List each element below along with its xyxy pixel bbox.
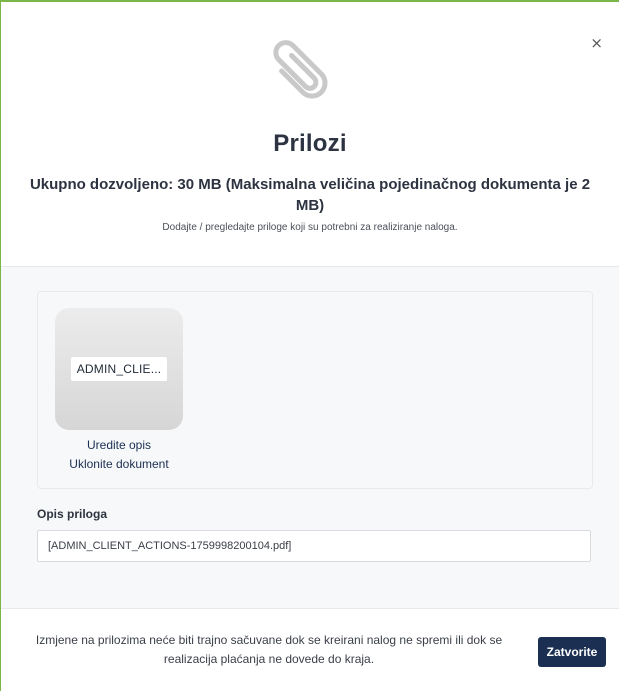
remove-document-link[interactable]: Uklonite dokument <box>55 457 183 471</box>
attachment-thumbnail[interactable]: ADMIN_CLIE... <box>55 308 183 430</box>
footer-note: Izmjene na prilozima neće biti trajno sa… <box>35 633 503 666</box>
attachment-panel: ADMIN_CLIE... Uredite opis Uklonite doku… <box>37 291 593 489</box>
size-limit-text: Ukupno dozvoljeno: 30 MB (Maksimalna vel… <box>29 176 591 214</box>
modal-title: Prilozi <box>273 130 347 157</box>
attachments-modal: × Prilozi Ukupno dozvoljeno: 30 MB (Maks… <box>0 0 619 694</box>
description-field-label: Opis priloga <box>37 507 108 521</box>
modal-description: Dodajte / pregledajte priloge koji su po… <box>162 222 458 233</box>
modal-body: ADMIN_CLIE... Uredite opis Uklonite doku… <box>1 266 619 609</box>
modal-header: × Prilozi Ukupno dozvoljeno: 30 MB (Maks… <box>1 2 619 266</box>
paperclip-icon <box>273 40 328 99</box>
edit-description-link[interactable]: Uredite opis <box>55 438 183 452</box>
modal-footer: Izmjene na prilozima neće biti trajno sa… <box>1 608 619 694</box>
close-icon[interactable]: × <box>590 36 603 51</box>
description-input[interactable] <box>37 530 591 562</box>
attachment-filename: ADMIN_CLIE... <box>70 357 168 381</box>
close-button[interactable]: Zatvorite <box>538 637 606 667</box>
